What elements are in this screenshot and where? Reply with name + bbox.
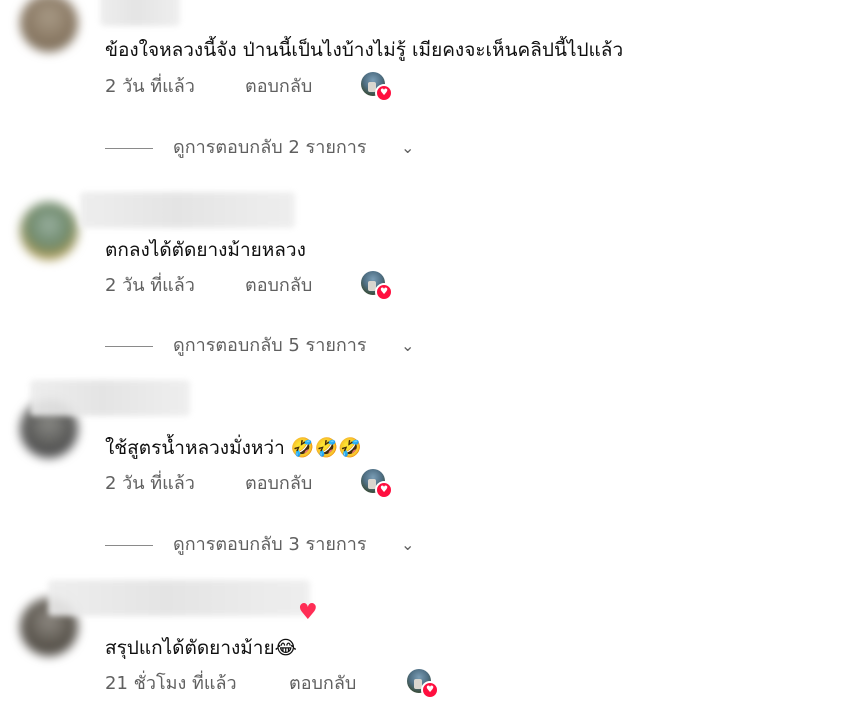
heart-icon: ♥ [375,84,393,102]
creator-heart-badge: ♥ [407,669,439,699]
view-replies-button[interactable]: ดูการตอบกลับ 5 รายการ ⌄ [105,334,435,358]
author-name-redacted[interactable] [48,580,310,616]
comment-meta: 2 วัน ที่แล้ว ตอบกลับ ♥ [105,469,405,499]
comment-timestamp[interactable]: 2 วัน ที่แล้ว [105,75,195,99]
chevron-down-icon: ⌄ [401,336,415,355]
comment-text: ข้องใจหลวงนี้จัง ป่านนี้เป็นไงบ้างไม่รู้… [105,39,624,61]
comment-text: สรุปแกได้ตัดยางม้าย😂 [105,637,297,659]
view-replies-button[interactable]: ดูการตอบกลับ 3 รายการ ⌄ [105,533,435,557]
divider-line [105,148,153,149]
creator-heart-badge: ♥ [361,72,393,102]
chevron-down-icon: ⌄ [401,535,415,554]
comment-timestamp[interactable]: 2 วัน ที่แล้ว [105,274,195,298]
avatar[interactable] [20,0,78,52]
heart-emoji-icon: ♥ [298,600,318,625]
author-name-redacted[interactable] [30,380,190,416]
creator-heart-badge: ♥ [361,271,393,301]
reply-button[interactable]: ตอบกลับ [245,274,312,298]
view-replies-button[interactable]: ดูการตอบกลับ 2 รายการ ⌄ [105,136,435,160]
view-replies-label: ดูการตอบกลับ 5 รายการ [173,335,367,356]
view-replies-label: ดูการตอบกลับ 3 รายการ [173,534,367,555]
comment-meta: 2 วัน ที่แล้ว ตอบกลับ ♥ [105,72,405,102]
comment-timestamp[interactable]: 2 วัน ที่แล้ว [105,472,195,496]
comment-text: ตกลงได้ตัดยางม้ายหลวง [105,239,306,261]
comment-timestamp[interactable]: 21 ชั่วโมง ที่แล้ว [105,672,237,696]
heart-icon: ♥ [375,283,393,301]
divider-line [105,346,153,347]
heart-icon: ♥ [421,681,439,699]
author-name-redacted[interactable] [80,192,295,228]
comment-meta: 21 ชั่วโมง ที่แล้ว ตอบกลับ ♥ [105,669,445,699]
view-replies-label: ดูการตอบกลับ 2 รายการ [173,137,367,158]
chevron-down-icon: ⌄ [401,138,415,157]
reply-button[interactable]: ตอบกลับ [245,75,312,99]
heart-icon: ♥ [375,481,393,499]
author-name-redacted[interactable] [100,0,180,26]
divider-line [105,545,153,546]
comment-text: ใช้สูตรน้ำหลวงมั่งหว่า 🤣🤣🤣 [105,437,362,459]
comment-meta: 2 วัน ที่แล้ว ตอบกลับ ♥ [105,271,405,301]
creator-heart-badge: ♥ [361,469,393,499]
reply-button[interactable]: ตอบกลับ [245,472,312,496]
reply-button[interactable]: ตอบกลับ [289,672,356,696]
avatar[interactable] [20,202,78,260]
